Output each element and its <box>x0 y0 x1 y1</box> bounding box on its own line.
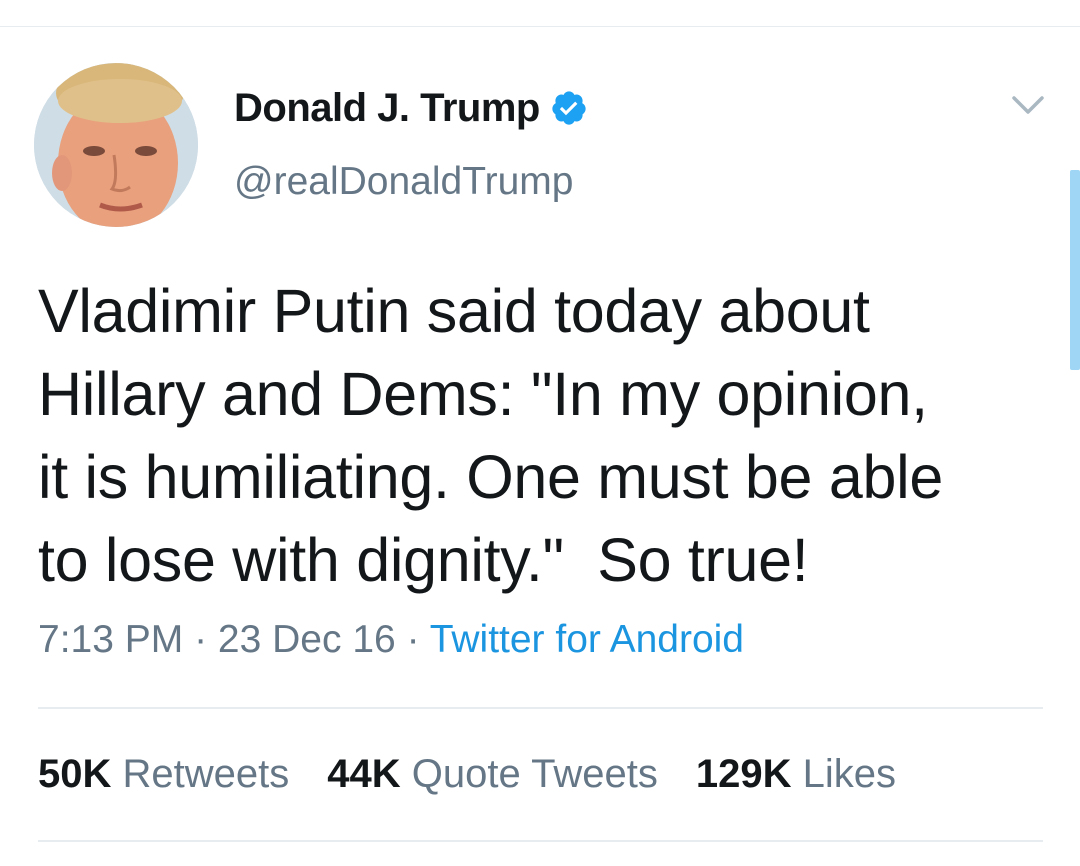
retweets-label: Retweets <box>122 752 290 796</box>
likes-stat[interactable]: 129K Likes <box>696 752 896 797</box>
meta-separator: · <box>406 618 430 661</box>
top-divider <box>0 26 1080 27</box>
quote-tweets-stat[interactable]: 44K Quote Tweets <box>327 752 658 797</box>
scrollbar[interactable] <box>1070 170 1080 370</box>
divider <box>38 707 1043 709</box>
divider <box>38 840 1043 842</box>
retweets-stat[interactable]: 50K Retweets <box>38 752 289 797</box>
author-name-row[interactable]: Donald J. Trump <box>234 82 588 134</box>
tweet-date[interactable]: 23 Dec 16 <box>218 618 396 661</box>
avatar[interactable] <box>34 63 198 227</box>
tweet-source-link[interactable]: Twitter for Android <box>430 618 744 661</box>
quote-tweets-label: Quote Tweets <box>411 752 658 796</box>
verified-badge-icon <box>550 89 588 127</box>
chevron-down-icon[interactable] <box>1008 90 1048 120</box>
tweet-time[interactable]: 7:13 PM <box>38 618 183 661</box>
avatar-image <box>34 63 198 227</box>
retweets-count: 50K <box>38 752 123 796</box>
meta-separator: · <box>194 618 218 661</box>
tweet-meta: 7:13 PM · 23 Dec 16 · Twitter for Androi… <box>38 618 744 662</box>
tweet-text: Vladimir Putin said today about Hillary … <box>38 277 943 594</box>
likes-label: Likes <box>802 752 896 796</box>
likes-count: 129K <box>695 752 803 796</box>
tweet-stats: 50K Retweets 44K Quote Tweets 129K Likes <box>38 752 934 797</box>
handle[interactable]: @realDonaldTrump <box>234 160 573 204</box>
quote-tweets-count: 44K <box>327 752 412 796</box>
display-name[interactable]: Donald J. Trump <box>234 86 540 131</box>
